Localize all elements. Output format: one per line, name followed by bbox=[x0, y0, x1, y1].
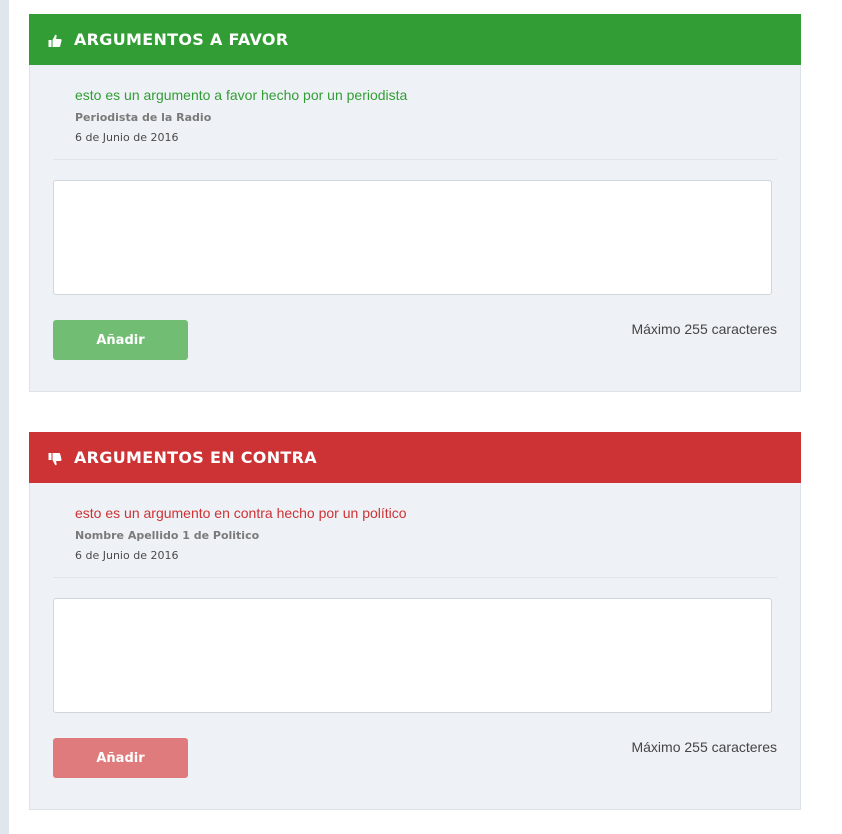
left-rail bbox=[0, 0, 9, 834]
argument-text: esto es un argumento en contra hecho por… bbox=[75, 505, 407, 521]
thumbs-down-icon bbox=[48, 451, 62, 465]
favor-add-button[interactable]: Añadir bbox=[53, 320, 188, 360]
arguments-contra-panel: ARGUMENTOS EN CONTRA esto es un argument… bbox=[29, 432, 801, 810]
argument-date: 6 de Junio de 2016 bbox=[75, 131, 179, 144]
contra-form-row: Añadir Máximo 255 caracteres bbox=[30, 738, 800, 798]
argument-text: esto es un argumento a favor hecho por u… bbox=[75, 87, 408, 103]
thumbs-up-icon bbox=[48, 33, 62, 47]
favor-panel-title: ARGUMENTOS A FAVOR bbox=[74, 30, 289, 49]
contra-panel-header: ARGUMENTOS EN CONTRA bbox=[29, 432, 801, 483]
favor-max-chars-label: Máximo 255 caracteres bbox=[631, 321, 777, 337]
argument-date: 6 de Junio de 2016 bbox=[75, 549, 179, 562]
contra-argument-input[interactable] bbox=[53, 598, 772, 713]
favor-panel-header: ARGUMENTOS A FAVOR bbox=[29, 14, 801, 65]
contra-add-button[interactable]: Añadir bbox=[53, 738, 188, 778]
contra-argument-item: esto es un argumento en contra hecho por… bbox=[53, 483, 777, 578]
argument-author: Nombre Apellido 1 de Politico bbox=[75, 529, 260, 542]
argument-author: Periodista de la Radio bbox=[75, 111, 212, 124]
contra-max-chars-label: Máximo 255 caracteres bbox=[631, 739, 777, 755]
favor-argument-input[interactable] bbox=[53, 180, 772, 295]
arguments-favor-panel: ARGUMENTOS A FAVOR esto es un argumento … bbox=[29, 14, 801, 392]
contra-panel-title: ARGUMENTOS EN CONTRA bbox=[74, 448, 317, 467]
favor-argument-item: esto es un argumento a favor hecho por u… bbox=[53, 65, 777, 160]
favor-form-row: Añadir Máximo 255 caracteres bbox=[30, 320, 800, 380]
